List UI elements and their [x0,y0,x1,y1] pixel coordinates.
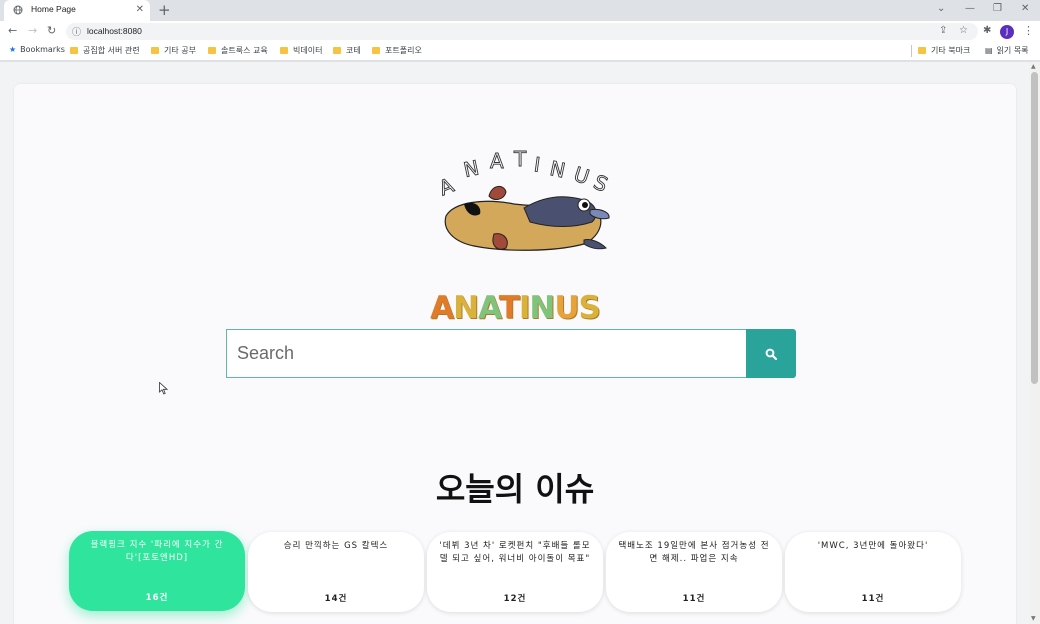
back-icon[interactable]: ← [8,24,17,38]
search-bar [226,329,796,379]
issue-title: '데뷔 3년 차' 로켓펀치 "후배들 롤모델 되고 싶어, 워너비 아이돌이 … [439,541,591,564]
brand-title: ANATINUS [14,290,1016,326]
scroll-down-icon[interactable]: ▼ [1031,615,1036,622]
issue-card[interactable]: 승리 만끽하는 GS 칼텍스 14건 [248,532,424,612]
bookmark-item[interactable]: 기타 공부 [151,45,196,56]
tab-search-icon[interactable]: ⌄ [937,2,945,16]
issue-card[interactable]: 블랙핑크 지수 '파리에 지수가 간다'[포토엔HD] 16건 [69,531,245,611]
platypus-logo: A N A T I N U S [435,148,612,251]
minimize-icon[interactable]: — [965,2,975,16]
kebab-menu-icon[interactable]: ⋮ [1023,24,1034,38]
new-tab-button[interactable]: + [158,1,171,19]
svg-text:N: N [461,155,481,182]
browser-toolbar: ← → ↻ ⓘ localhost:8080 ⇪ ☆ ✱ J ⋮ [0,21,1040,42]
issue-count: 12건 [503,594,527,604]
close-window-icon[interactable]: ✕ [1021,2,1029,16]
issue-card[interactable]: '데뷔 3년 차' 로켓펀치 "후배들 롤모델 되고 싶어, 워너비 아이돌이 … [427,532,603,612]
svg-text:S: S [590,170,611,197]
issue-card[interactable]: 택배노조 19일만에 본사 점거농성 전면 해제.. 파업은 지속 11건 [606,532,782,612]
globe-icon [13,5,23,15]
brand-letter: U [554,290,579,326]
scrollbar-thumb[interactable] [1031,72,1038,384]
issue-title: 'MWC, 3년만에 돌아왔다' [817,541,929,551]
svg-text:I: I [533,152,542,177]
bookmark-item[interactable]: 빅데이터 [280,45,322,56]
restore-icon[interactable]: ❐ [993,2,1002,16]
profile-avatar[interactable]: J [1000,25,1014,39]
svg-text:T: T [513,148,527,171]
brand-letter: T [498,290,520,326]
brand-letter: A [430,290,454,326]
brand-letter: I [518,290,531,326]
reading-list-icon: ▤ [985,46,993,55]
brand-letter: A [478,290,500,326]
folder-icon [208,47,216,54]
close-tab-icon[interactable]: ✕ [136,3,144,17]
tab-strip: Home Page ✕ + ⌄ — ❐ ✕ [0,0,1040,21]
folder-icon [280,47,288,54]
bookmark-separator [911,45,912,57]
page-viewport: A N A T I N U S ANATINUS Search 오늘의 이슈 블… [0,62,1040,624]
svg-text:A: A [490,149,504,173]
search-button[interactable] [746,329,796,378]
bookmark-item-bookmarks[interactable]: ★ Bookmarks [9,45,65,54]
folder-icon [151,47,159,54]
todays-issues-heading: 오늘의 이슈 [435,470,595,508]
bookmark-item[interactable]: 코테 [333,45,361,56]
address-bar[interactable]: ⓘ localhost:8080 [66,23,978,40]
issue-count: 11건 [861,594,885,604]
bookmark-item[interactable]: 포트폴리오 [372,45,422,56]
issue-title: 택배노조 19일만에 본사 점거농성 전면 해제.. 파업은 지속 [618,541,770,564]
brand-letter: S [578,290,601,326]
search-input[interactable] [226,329,746,378]
issue-title: 승리 만끽하는 GS 칼텍스 [283,541,389,551]
bookmarks-bar: ★ Bookmarks 공집합 서버 관련 기타 공부 솔트룩스 교육 빅데이터 … [0,42,1040,61]
main-card: A N A T I N U S ANATINUS Search 오늘의 이슈 블… [14,84,1016,624]
reading-list[interactable]: ▤ 읽기 목록 [985,45,1029,56]
reload-icon[interactable]: ↻ [47,24,56,38]
issue-count: 14건 [324,594,348,604]
forward-icon[interactable]: → [28,24,37,38]
svg-text:U: U [571,162,592,189]
browser-tab[interactable]: Home Page ✕ [4,0,150,21]
issue-count: 16건 [145,593,169,603]
svg-text:N: N [548,156,568,183]
issue-title: 블랙핑크 지수 '파리에 지수가 간다'[포토엔HD] [90,540,224,563]
url-text[interactable]: localhost:8080 [87,26,142,36]
bookmark-item[interactable]: 솔트룩스 교육 [208,45,268,56]
page-scrollbar[interactable]: ▲ ▼ [1029,62,1040,624]
search-icon [765,348,777,360]
issue-card[interactable]: 'MWC, 3년만에 돌아왔다' 11건 [785,532,961,612]
folder-icon [70,47,78,54]
scroll-up-icon[interactable]: ▲ [1031,63,1036,70]
brand-letter: N [453,290,479,326]
mouse-cursor-icon [159,382,168,395]
issue-count: 11건 [682,594,706,604]
info-icon[interactable]: ⓘ [72,25,81,38]
folder-icon [333,47,341,54]
folder-icon [918,47,926,54]
brand-letter: N [529,290,555,326]
svg-text:A: A [435,173,457,200]
share-icon[interactable]: ⇪ [939,25,947,37]
bookmark-star-icon[interactable]: ☆ [959,25,968,37]
other-bookmarks[interactable]: 기타 북마크 [918,45,970,56]
bookmark-item[interactable]: 공집합 서버 관련 [70,45,140,56]
star-icon: ★ [9,45,17,54]
tab-title: Home Page [31,4,76,14]
folder-icon [372,47,380,54]
extensions-icon[interactable]: ✱ [983,25,991,37]
